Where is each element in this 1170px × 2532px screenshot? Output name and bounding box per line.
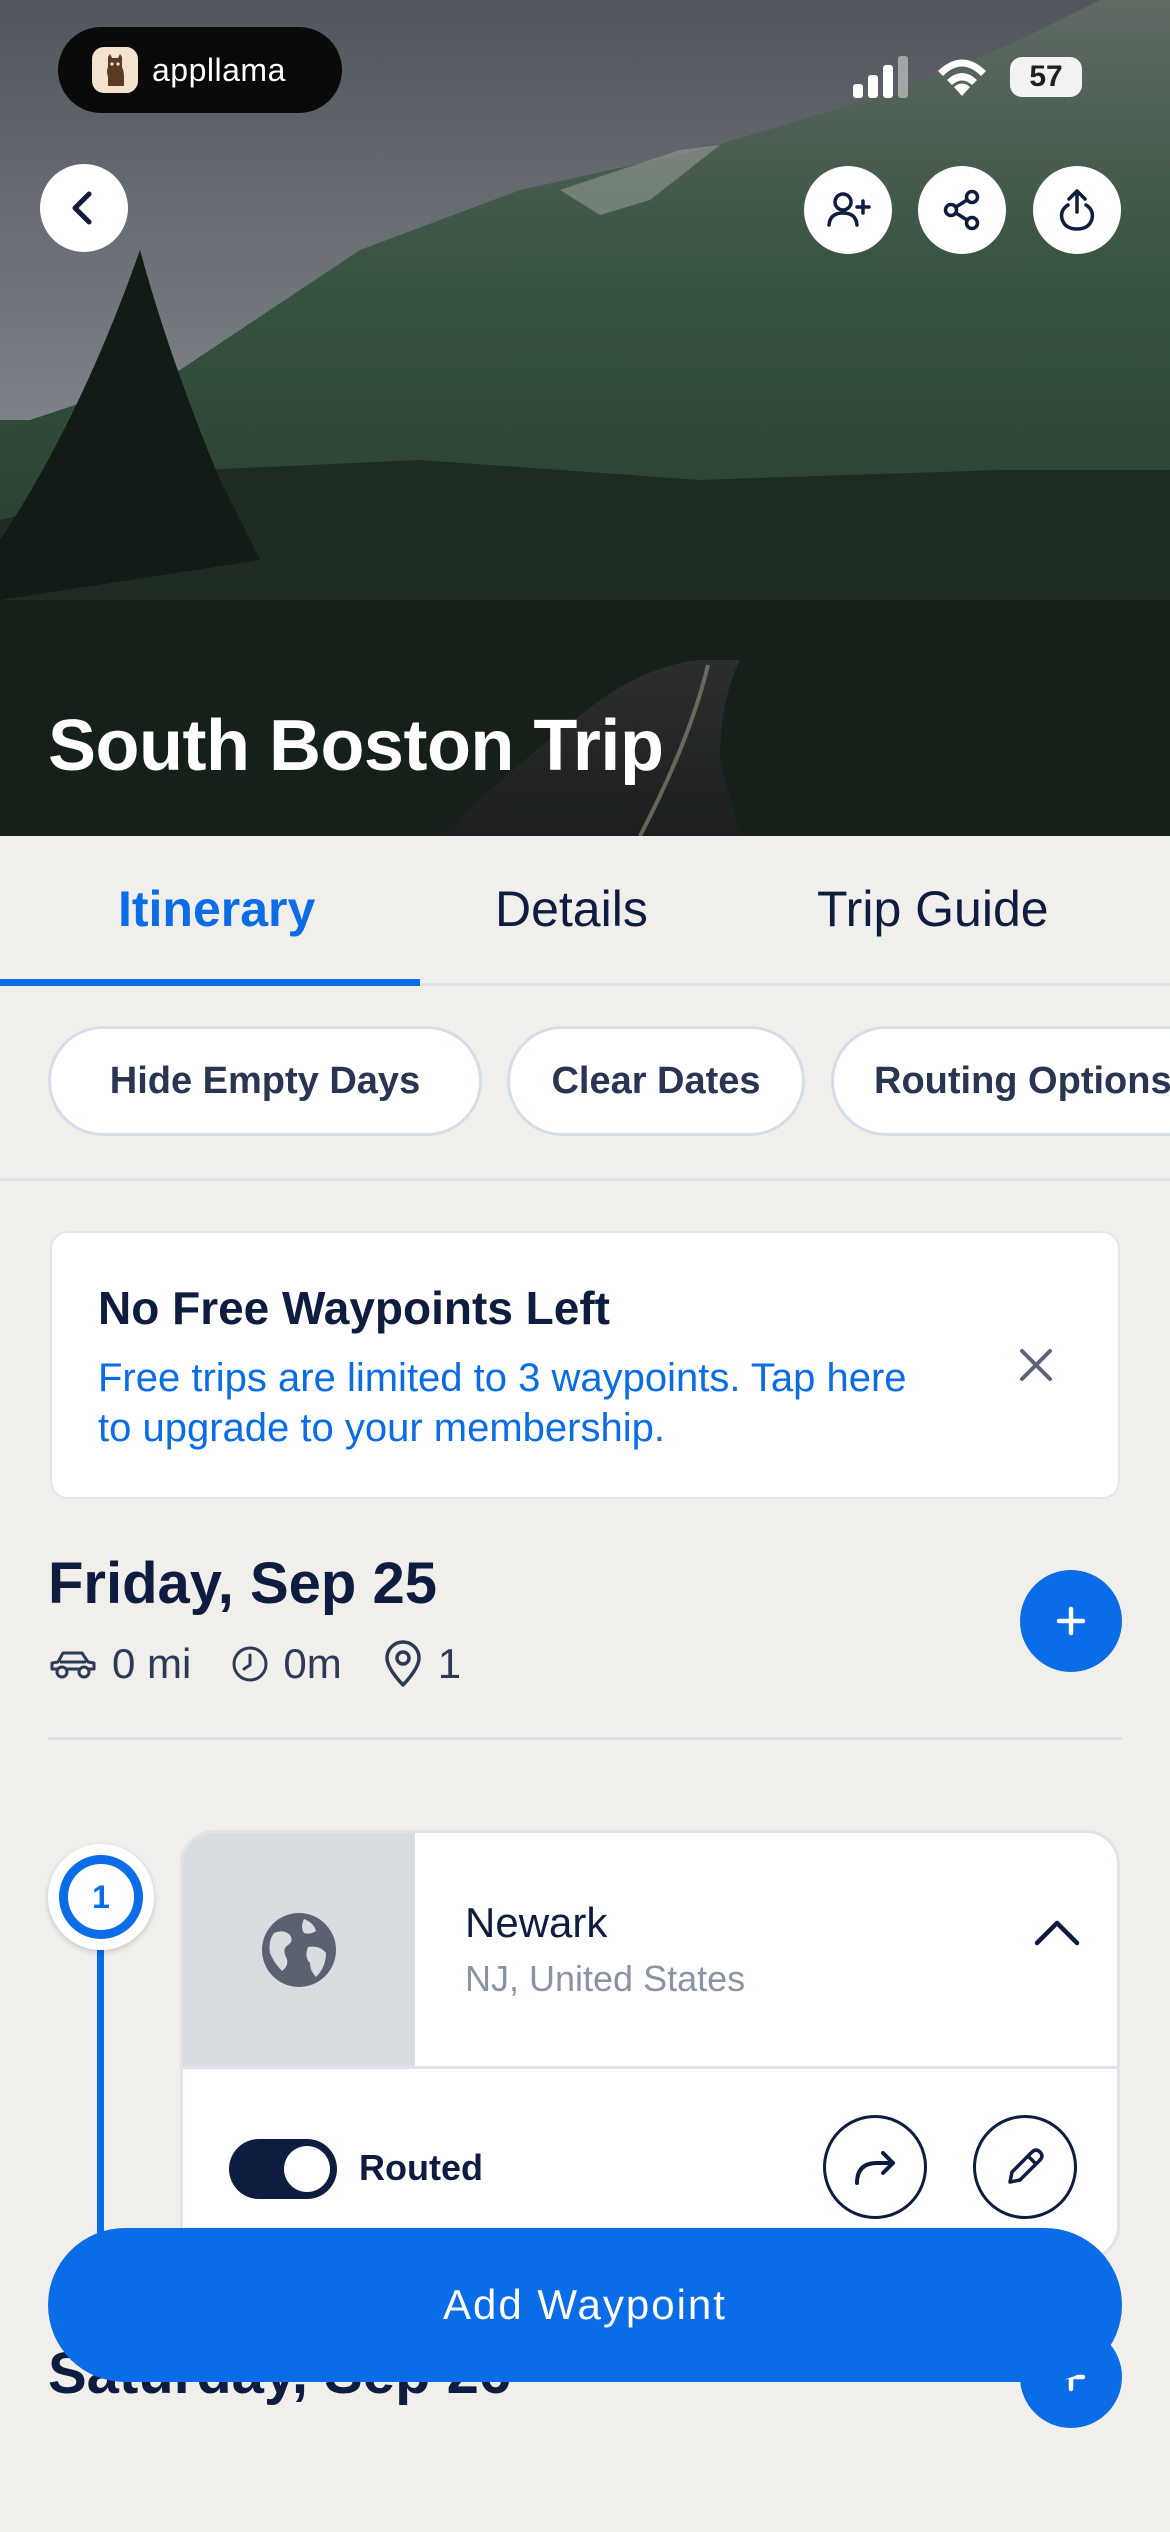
- chevron-up-icon[interactable]: [1033, 1917, 1081, 1947]
- hero-image: South Boston Trip: [0, 0, 1170, 836]
- distance-stat: 0 mi: [48, 1640, 191, 1688]
- car-icon: [50, 1651, 96, 1679]
- edit-waypoint-button[interactable]: [973, 2115, 1077, 2219]
- distance-value: 0 mi: [112, 1640, 192, 1687]
- directions-button[interactable]: [823, 2115, 927, 2219]
- day-stats: 0 mi 0m 1: [48, 1640, 501, 1688]
- plus-icon: [1056, 1606, 1086, 1636]
- hide-empty-days-chip[interactable]: Hide Empty Days: [48, 1026, 482, 1136]
- routed-toggle[interactable]: [229, 2139, 337, 2199]
- filter-chip-row: Hide Empty Days Clear Dates Routing Opti…: [0, 986, 1170, 1181]
- llama-logo-icon: [92, 47, 138, 93]
- toggle-knob: [284, 2146, 330, 2192]
- route-line: [97, 1950, 104, 2250]
- banner-body[interactable]: Free trips are limited to 3 waypoints. T…: [98, 1353, 918, 1453]
- add-to-day-button[interactable]: [1020, 1570, 1122, 1672]
- back-button[interactable]: [40, 164, 128, 252]
- waypoint-number-badge: 1: [48, 1844, 154, 1950]
- map-pin-icon: [384, 1640, 421, 1687]
- app-pill-label: appllama: [152, 51, 286, 88]
- share-network-icon: [943, 189, 980, 231]
- export-button[interactable]: [1033, 166, 1121, 254]
- upgrade-banner[interactable]: No Free Waypoints Left Free trips are li…: [50, 1231, 1120, 1499]
- duration-stat: 0m: [231, 1640, 342, 1688]
- add-collaborator-button[interactable]: [804, 166, 892, 254]
- tab-bar: Itinerary Details Trip Guide: [0, 836, 1170, 986]
- signal-icon: [853, 56, 908, 98]
- waypoint-card[interactable]: Newark NJ, United States Routed: [180, 1830, 1120, 2260]
- add-collaborator-icon: [827, 192, 871, 227]
- tab-details[interactable]: Details: [495, 880, 648, 938]
- day-title: Friday, Sep 25: [48, 1551, 437, 1616]
- globe-icon: [262, 1912, 336, 1987]
- day-divider: [48, 1737, 1122, 1740]
- trip-title: South Boston Trip: [48, 706, 664, 786]
- close-icon[interactable]: [1016, 1345, 1056, 1385]
- pencil-icon: [1008, 2148, 1044, 2184]
- battery-icon: 57: [1010, 57, 1082, 97]
- banner-title: No Free Waypoints Left: [98, 1282, 610, 1334]
- battery-level: 57: [1029, 60, 1063, 93]
- duration-value: 0m: [283, 1640, 342, 1687]
- add-waypoint-button[interactable]: Add Waypoint: [48, 2228, 1122, 2382]
- wifi-icon: [938, 59, 986, 96]
- active-tab-indicator: [0, 979, 420, 986]
- routing-options-chip[interactable]: Routing Options: [831, 1026, 1170, 1136]
- waypoint-name: Newark: [465, 1899, 608, 1946]
- clear-dates-chip[interactable]: Clear Dates: [507, 1026, 805, 1136]
- waypoint-location: NJ, United States: [465, 1958, 746, 1999]
- back-icon: [72, 191, 92, 225]
- tab-itinerary[interactable]: Itinerary: [118, 880, 315, 938]
- app-pill: appllama: [58, 27, 342, 113]
- routed-label: Routed: [359, 2147, 483, 2188]
- waypoint-thumbnail: [183, 1833, 415, 2066]
- export-icon: [1059, 189, 1095, 231]
- forward-arrow-icon: [855, 2151, 895, 2185]
- stops-stat: 1: [382, 1640, 461, 1688]
- stops-value: 1: [437, 1640, 462, 1687]
- waypoint-number: 1: [59, 1855, 143, 1939]
- tab-trip-guide[interactable]: Trip Guide: [817, 880, 1049, 938]
- clock-icon: [232, 1646, 268, 1682]
- waypoint-card-divider: [183, 2066, 1117, 2069]
- share-network-button[interactable]: [918, 166, 1006, 254]
